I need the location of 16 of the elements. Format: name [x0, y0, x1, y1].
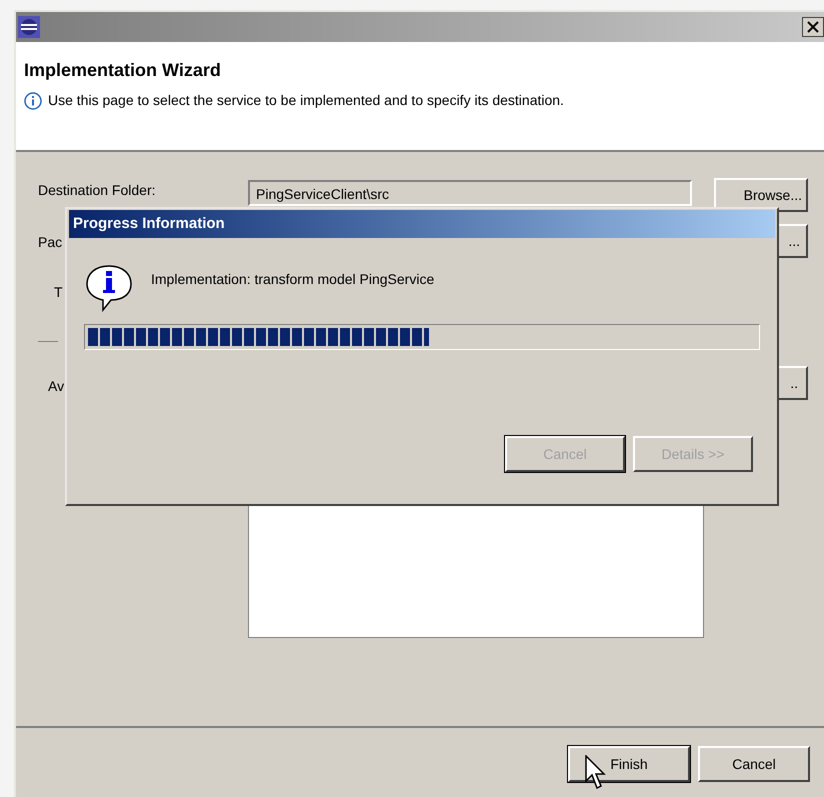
browse-button[interactable]: Browse...	[714, 178, 808, 212]
field-label: T	[54, 284, 63, 300]
page-description: Use this page to select the service to be implemented and to specify its destination.	[48, 91, 564, 110]
destination-field[interactable]: PingServiceClient\src	[248, 180, 692, 206]
dialog-title: Progress Information	[73, 214, 225, 234]
page-title: Implementation Wizard	[24, 59, 222, 82]
mouse-pointer-icon	[585, 755, 607, 791]
info-icon	[24, 92, 42, 110]
eclipse-icon	[18, 16, 40, 38]
progress-message: Implementation: transform model PingService	[151, 270, 434, 289]
field-label: Destination Folder:	[38, 181, 157, 200]
close-icon[interactable]	[802, 17, 824, 37]
dialog-button[interactable]: Finish	[568, 746, 690, 782]
dialog-button[interactable]: Cancel	[698, 746, 810, 782]
field-label: Av	[47, 377, 65, 396]
field-label: Pac	[38, 233, 64, 252]
